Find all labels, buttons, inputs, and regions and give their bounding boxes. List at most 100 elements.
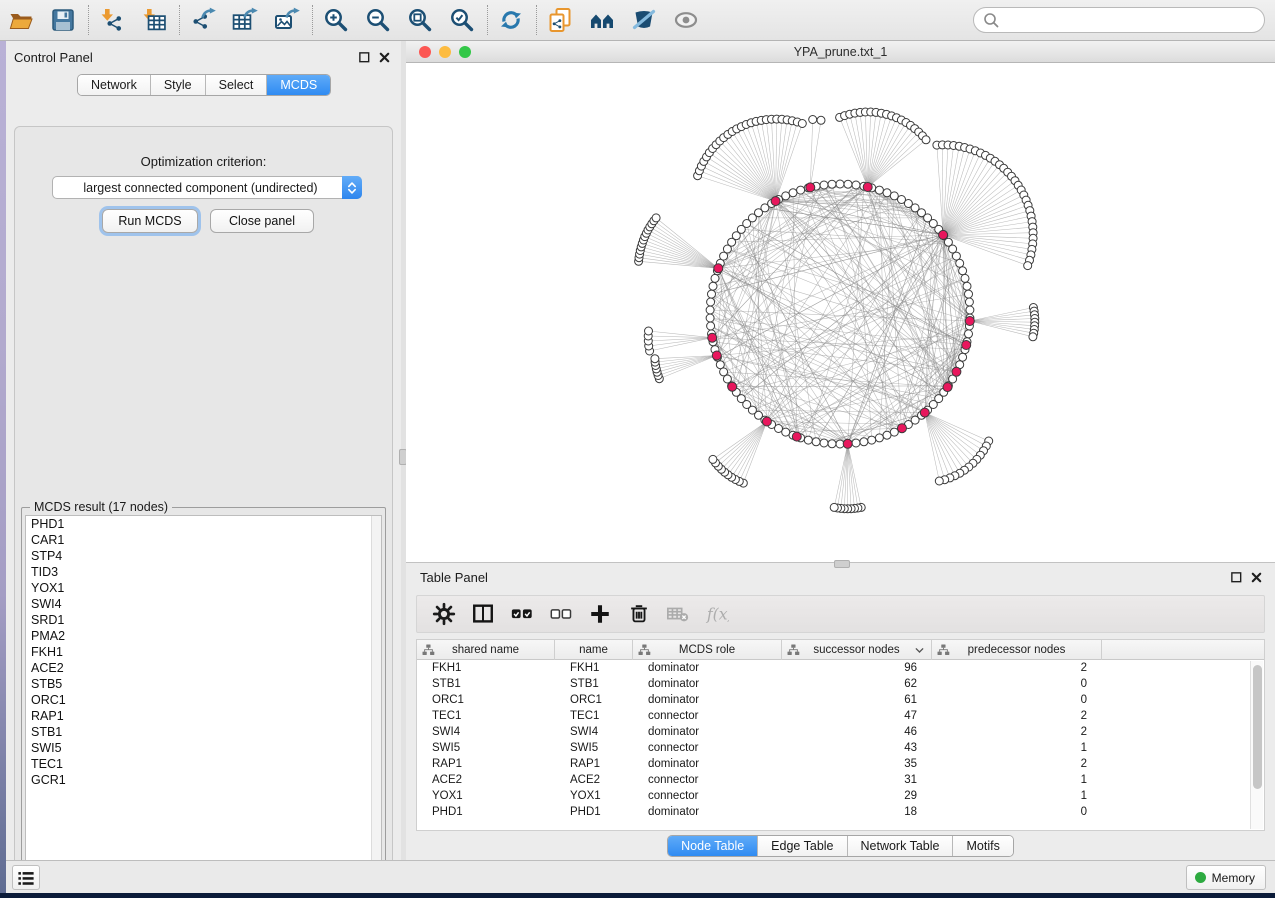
zoom-in-button[interactable] — [323, 7, 349, 33]
tab-select[interactable]: Select — [206, 75, 268, 95]
zoom-fit-icon — [407, 7, 433, 33]
cell-shared-name: SWI4 — [417, 724, 555, 740]
run-mcds-button[interactable]: Run MCDS — [102, 209, 198, 233]
refresh-button[interactable] — [498, 7, 524, 33]
table-scrollbar[interactable] — [1250, 661, 1263, 829]
mcds-result-groupbox: MCDS result (17 nodes) PHD1CAR1STP4TID3Y… — [21, 507, 386, 879]
tab-motifs[interactable]: Motifs — [953, 836, 1012, 856]
add-column-button[interactable] — [587, 601, 613, 627]
table-row-ACE2[interactable]: ACE2ACE2connector311 — [417, 772, 1264, 788]
tab-node-table[interactable]: Node Table — [668, 836, 758, 856]
table-row-SWI4[interactable]: SWI4SWI4dominator462 — [417, 724, 1264, 740]
table-scrollbar-thumb[interactable] — [1253, 665, 1262, 789]
zoom-out-button[interactable] — [365, 7, 391, 33]
mcds-result-item[interactable]: SWI5 — [26, 740, 381, 756]
tab-network-table[interactable]: Network Table — [848, 836, 954, 856]
mcds-result-item[interactable]: STP4 — [26, 548, 381, 564]
table-row-FKH1[interactable]: FKH1FKH1dominator962 — [417, 660, 1264, 676]
mcds-list-scrollbar[interactable] — [371, 516, 381, 874]
open-file-icon — [8, 7, 34, 33]
network-canvas[interactable] — [406, 63, 1275, 562]
network-window-titlebar[interactable]: YPA_prune.txt_1 — [406, 41, 1275, 63]
table-row-SWI5[interactable]: SWI5SWI5connector431 — [417, 740, 1264, 756]
cell-predecessor-nodes: 2 — [932, 756, 1102, 772]
mcds-result-item[interactable]: FKH1 — [26, 644, 381, 660]
column-header-successor-nodes[interactable]: successor nodes — [782, 640, 932, 660]
mcds-result-item[interactable]: TID3 — [26, 564, 381, 580]
delete-column-button[interactable] — [626, 601, 652, 627]
tab-mcds[interactable]: MCDS — [267, 75, 330, 95]
table-row-STB1[interactable]: STB1STB1dominator620 — [417, 676, 1264, 692]
mcds-result-item[interactable]: SWI4 — [26, 596, 381, 612]
float-panel-button[interactable] — [358, 51, 371, 64]
cell-name: FKH1 — [555, 660, 633, 676]
table-row-RAP1[interactable]: RAP1RAP1dominator352 — [417, 756, 1264, 772]
first-neighbors-button[interactable] — [589, 7, 615, 33]
select-all-button[interactable] — [509, 601, 535, 627]
zoom-selected-button[interactable] — [449, 7, 475, 33]
settings-gear-button[interactable] — [431, 601, 457, 627]
tab-network[interactable]: Network — [78, 75, 151, 95]
mcds-result-item[interactable]: TEC1 — [26, 756, 381, 772]
optimization-criterion-select[interactable]: largest connected component (undirected) — [52, 176, 362, 199]
deselect-all-button[interactable] — [548, 601, 574, 627]
tab-style[interactable]: Style — [151, 75, 206, 95]
show-all-icon — [673, 7, 699, 33]
import-network-button[interactable] — [99, 7, 125, 33]
float-table-panel-button[interactable] — [1230, 571, 1243, 584]
open-file-button[interactable] — [8, 7, 34, 33]
hide-selected-button[interactable] — [631, 7, 657, 33]
export-network-button[interactable] — [190, 7, 216, 33]
table-body: FKH1FKH1dominator962STB1STB1dominator620… — [417, 660, 1264, 820]
cell-predecessor-nodes: 0 — [932, 676, 1102, 692]
mcds-result-item[interactable]: ORC1 — [26, 692, 381, 708]
horizontal-splitter-handle[interactable] — [834, 560, 850, 568]
optimization-criterion-label: Optimization criterion: — [15, 154, 392, 169]
search-input[interactable] — [1004, 13, 1256, 27]
export-image-button[interactable] — [274, 7, 300, 33]
table-row-TEC1[interactable]: TEC1TEC1connector472 — [417, 708, 1264, 724]
close-panel-button-mcds[interactable]: Close panel — [210, 209, 314, 233]
table-toolbar: f(x) — [416, 595, 1265, 633]
mcds-result-item[interactable]: RAP1 — [26, 708, 381, 724]
column-header-MCDS-role[interactable]: MCDS role — [633, 640, 782, 660]
mcds-result-item[interactable]: PMA2 — [26, 628, 381, 644]
close-panel-button[interactable] — [378, 51, 391, 64]
column-label: predecessor nodes — [968, 644, 1066, 656]
column-header-shared-name[interactable]: shared name — [417, 640, 555, 660]
zoom-fit-button[interactable] — [407, 7, 433, 33]
column-header-predecessor-nodes[interactable]: predecessor nodes — [932, 640, 1102, 660]
table-row-YOX1[interactable]: YOX1YOX1connector291 — [417, 788, 1264, 804]
table-row-ORC1[interactable]: ORC1ORC1dominator610 — [417, 692, 1264, 708]
mcds-result-item[interactable]: CAR1 — [26, 532, 381, 548]
table-row-PHD1[interactable]: PHD1PHD1dominator180 — [417, 804, 1264, 820]
tab-edge-table[interactable]: Edge Table — [758, 836, 847, 856]
mcds-result-item[interactable]: GCR1 — [26, 772, 381, 788]
export-table-button[interactable] — [232, 7, 258, 33]
list-menu-icon — [15, 867, 37, 889]
attribute-type-icon — [638, 644, 651, 656]
show-all-button[interactable] — [673, 7, 699, 33]
toggle-panes-button[interactable] — [470, 601, 496, 627]
cell-shared-name: RAP1 — [417, 756, 555, 772]
mcds-result-item[interactable]: STB5 — [26, 676, 381, 692]
mcds-result-item[interactable]: STB1 — [26, 724, 381, 740]
save-session-icon — [50, 7, 76, 33]
close-table-panel-button[interactable] — [1250, 571, 1263, 584]
cell-MCDS-role: connector — [633, 740, 782, 756]
clone-network-button[interactable] — [547, 7, 573, 33]
column-header-name[interactable]: name — [555, 640, 633, 660]
memory-button[interactable]: Memory — [1186, 865, 1266, 890]
save-session-button[interactable] — [50, 7, 76, 33]
task-history-button[interactable] — [12, 865, 40, 890]
mcds-result-item[interactable]: PHD1 — [26, 516, 381, 532]
close-icon — [1250, 571, 1263, 584]
search-box[interactable] — [973, 7, 1265, 33]
mcds-result-item[interactable]: ACE2 — [26, 660, 381, 676]
cell-successor-nodes: 96 — [782, 660, 932, 676]
mcds-result-item[interactable]: YOX1 — [26, 580, 381, 596]
toolbar-separator — [179, 5, 180, 35]
function-builder-icon: f(x) — [705, 602, 729, 626]
import-table-button[interactable] — [141, 7, 167, 33]
mcds-result-item[interactable]: SRD1 — [26, 612, 381, 628]
